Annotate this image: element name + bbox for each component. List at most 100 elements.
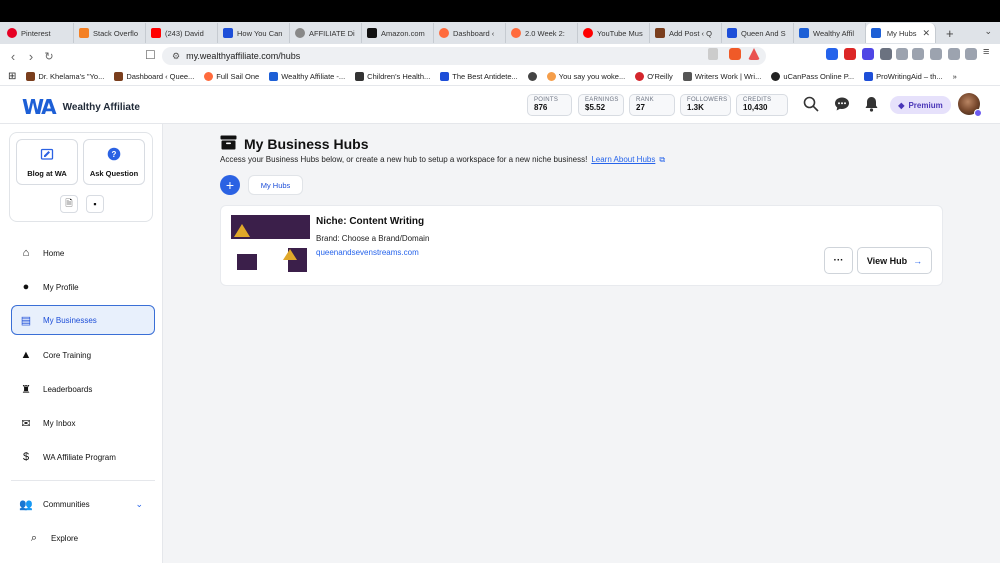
stat-earnings[interactable]: EARNINGS $5.52 bbox=[578, 94, 624, 116]
bookmark-item[interactable]: Dr. Khelama's "Yo... bbox=[26, 72, 104, 81]
browser-tab[interactable]: Stack Overflo bbox=[74, 23, 146, 43]
browser-tab[interactable]: AFFILIATE Di bbox=[290, 23, 362, 43]
bookmark-favicon bbox=[114, 72, 124, 81]
diamond-icon: ◆ bbox=[898, 100, 905, 110]
bookmark-item[interactable]: O'Reilly bbox=[635, 72, 673, 81]
tab-list-chevron-icon[interactable]: ⌄ bbox=[984, 26, 992, 37]
chat-icon[interactable] bbox=[834, 96, 850, 116]
sidebar-item-leaderboards[interactable]: ♜ Leaderboards bbox=[11, 374, 155, 404]
main-content: My Business Hubs Access your Business Hu… bbox=[163, 124, 1000, 563]
hub-domain-link[interactable]: queenandsevenstreams.com bbox=[316, 248, 419, 257]
hub-niche[interactable]: Niche: Content Writing bbox=[316, 216, 424, 227]
forward-icon[interactable]: › bbox=[22, 49, 40, 64]
stat-points[interactable]: POINTS 876 bbox=[527, 94, 572, 116]
extension-icon[interactable] bbox=[880, 48, 892, 60]
bookmark-icon[interactable]: ☐ bbox=[145, 48, 156, 62]
vpn-icon[interactable] bbox=[965, 48, 977, 60]
bookmark-item[interactable]: Wealthy Affiliate -... bbox=[269, 72, 345, 81]
view-hub-button[interactable]: View Hub → bbox=[857, 247, 932, 274]
bookmark-item[interactable] bbox=[527, 72, 537, 81]
close-tab-icon[interactable]: ✕ bbox=[922, 28, 930, 39]
share-icon[interactable] bbox=[708, 48, 718, 60]
new-message-button[interactable]: ▪ bbox=[86, 195, 104, 213]
bookmark-favicon bbox=[26, 72, 36, 81]
sidebar-item-home[interactable]: ⌂ Home bbox=[11, 238, 155, 268]
archive-icon bbox=[220, 135, 237, 153]
bookmark-item[interactable]: uCanPass Online P... bbox=[771, 72, 854, 81]
browser-tab[interactable]: Queen And S bbox=[722, 23, 794, 43]
chevron-down-icon[interactable]: ⌄ bbox=[135, 499, 143, 510]
browser-tab-bar: Pinterest Stack Overflo (243) David How … bbox=[0, 22, 1000, 44]
extension-icon[interactable] bbox=[826, 48, 838, 60]
browser-tab[interactable]: 2.0 Week 2: bbox=[506, 23, 578, 43]
search-icon[interactable] bbox=[803, 96, 819, 116]
bookmark-item[interactable]: Dashboard ‹ Quee... bbox=[114, 72, 194, 81]
bookmark-item[interactable]: Full Sail One bbox=[204, 72, 259, 81]
arrow-right-icon: → bbox=[913, 255, 923, 266]
hub-thumbnail[interactable] bbox=[231, 215, 310, 273]
tab-favicon bbox=[871, 28, 881, 38]
external-link-icon[interactable]: ⧉ bbox=[659, 155, 665, 165]
new-document-button[interactable]: 🗎 bbox=[60, 195, 78, 213]
apps-grid-icon[interactable]: ⊞ bbox=[8, 71, 16, 82]
plus-icon: + bbox=[225, 177, 235, 193]
tab-my-hubs[interactable]: My Hubs bbox=[248, 175, 303, 195]
extensions-puzzle-icon[interactable] bbox=[896, 48, 908, 60]
bell-icon[interactable] bbox=[864, 96, 879, 116]
sidebar-item-my-businesses[interactable]: ▤ My Businesses bbox=[11, 305, 155, 335]
browser-tab[interactable]: Dashboard ‹ bbox=[434, 23, 506, 43]
address-bar[interactable]: ⚙ my.wealthyaffiliate.com/hubs bbox=[162, 47, 766, 65]
avatar[interactable] bbox=[958, 93, 982, 117]
stat-credits[interactable]: CREDITS 10,430 bbox=[736, 94, 788, 116]
extension-icon[interactable] bbox=[862, 48, 874, 60]
more-bookmarks-icon[interactable]: » bbox=[953, 72, 957, 81]
site-settings-icon[interactable]: ⚙ bbox=[172, 51, 180, 62]
browser-tab-active[interactable]: My Hubs ✕ bbox=[866, 23, 936, 43]
page-subtitle: Access your Business Hubs below, or crea… bbox=[220, 155, 666, 165]
bookmark-item[interactable]: The Best Antidete... bbox=[440, 72, 518, 81]
browser-tab[interactable]: How You Can bbox=[218, 23, 290, 43]
more-options-button[interactable]: ··· bbox=[824, 247, 853, 274]
stat-rank[interactable]: RANK 27 bbox=[629, 94, 675, 116]
brave-shields-icon[interactable] bbox=[729, 48, 741, 60]
bookmark-item[interactable]: ProWritingAid – th... bbox=[864, 72, 943, 81]
bookmark-item[interactable]: Writers Work | Wri... bbox=[682, 72, 761, 81]
sidebar-item-communities[interactable]: 👥 Communities ⌄ bbox=[11, 489, 155, 519]
new-tab-button[interactable]: + bbox=[936, 26, 964, 41]
tab-favicon bbox=[655, 28, 665, 38]
message-icon: ▪ bbox=[93, 199, 97, 209]
back-icon[interactable]: ‹ bbox=[4, 49, 22, 64]
bookmark-item[interactable]: Children's Health... bbox=[355, 72, 430, 81]
sidebar-item-my-inbox[interactable]: ✉ My Inbox bbox=[11, 408, 155, 438]
browser-tab[interactable]: Wealthy Affil bbox=[794, 23, 866, 43]
browser-tab[interactable]: (243) David bbox=[146, 23, 218, 43]
menu-icon[interactable]: ≡ bbox=[983, 46, 995, 58]
browser-tab[interactable]: Amazon.com bbox=[362, 23, 434, 43]
browser-tab[interactable]: Add Post ‹ Q bbox=[650, 23, 722, 43]
browser-tab[interactable]: YouTube Mus bbox=[578, 23, 650, 43]
sidebar-item-wa-affiliate-program[interactable]: $ WA Affiliate Program bbox=[11, 442, 155, 472]
browser-toolbar: ‹ › ↻ ☐ ⚙ my.wealthyaffiliate.com/hubs ≡ bbox=[0, 44, 1000, 68]
bookmark-item[interactable]: You say you woke... bbox=[546, 72, 625, 81]
stat-followers[interactable]: FOLLOWERS 1.3K bbox=[680, 94, 731, 116]
tab-favicon bbox=[7, 28, 17, 38]
reload-icon[interactable]: ↻ bbox=[40, 50, 58, 63]
learn-about-hubs-link[interactable]: Learn About Hubs bbox=[591, 155, 655, 165]
wallet-icon[interactable] bbox=[930, 48, 942, 60]
leo-ai-icon[interactable] bbox=[948, 48, 960, 60]
logo[interactable]: WA Wealthy Affiliate bbox=[22, 95, 140, 119]
add-hub-button[interactable]: + bbox=[220, 175, 240, 195]
sidebar-item-core-training[interactable]: ▲ Core Training bbox=[11, 340, 155, 370]
sidebar-toggle-icon[interactable] bbox=[912, 48, 924, 60]
blog-at-wa-button[interactable]: Blog at WA bbox=[16, 139, 78, 185]
ask-question-button[interactable]: ? Ask Question bbox=[83, 139, 145, 185]
bookmark-favicon bbox=[771, 72, 781, 81]
url-text[interactable]: my.wealthyaffiliate.com/hubs bbox=[186, 51, 300, 61]
sidebar-item-my-profile[interactable]: ● My Profile bbox=[11, 272, 155, 302]
premium-badge[interactable]: ◆ Premium bbox=[890, 96, 951, 114]
brand-name: Wealthy Affiliate bbox=[62, 101, 140, 113]
sidebar-item-explore[interactable]: ⌕ Explore bbox=[11, 523, 155, 553]
document-icon: 🗎 bbox=[65, 198, 73, 208]
extension-icon[interactable] bbox=[844, 48, 856, 60]
browser-tab[interactable]: Pinterest bbox=[2, 23, 74, 43]
